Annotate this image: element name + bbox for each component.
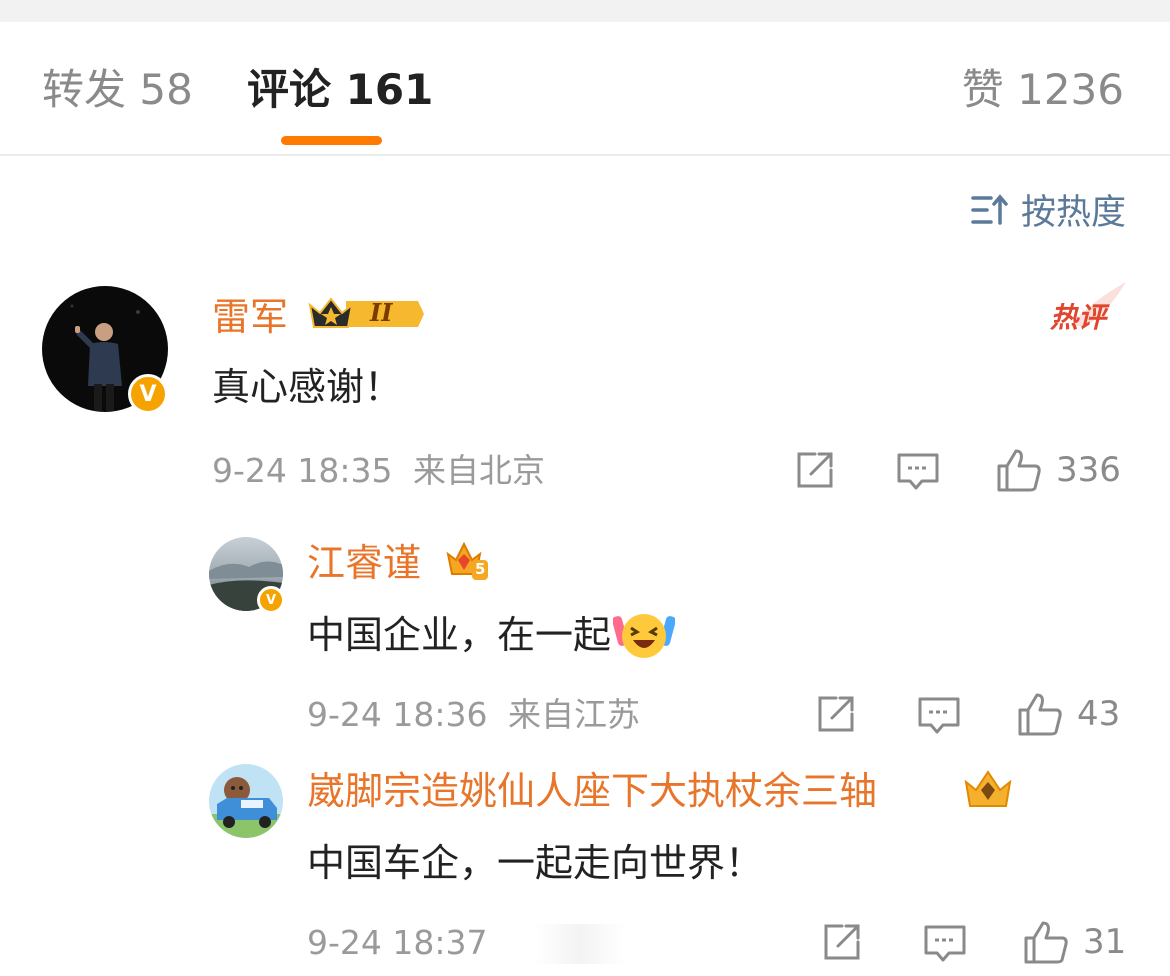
comment-icon [897,453,939,490]
cartoon-car-avatar-icon [209,777,283,838]
location-redacted [490,924,670,964]
crown-level-badge-icon: II [306,293,424,339]
sort-icon [971,193,1008,225]
share-button[interactable] [795,450,837,490]
comment-meta: 9-24 18:35 来自北京 [212,448,545,494]
comment-icon [918,697,960,734]
avatar[interactable] [209,764,283,838]
share-button[interactable] [816,694,858,734]
hot-comment-tag: 热评 [1050,282,1126,336]
like-count: 43 [1077,694,1121,734]
comment-icon [924,925,966,962]
like-button[interactable]: 336 [996,448,1121,492]
timestamp: 9-24 18:35 [212,451,393,490]
comment-meta: 9-24 18:37 [307,920,488,966]
thumbs-up-icon [1018,693,1062,736]
username[interactable]: 雷军 [212,292,288,342]
reply-button[interactable] [917,696,961,736]
timestamp: 9-24 18:36 [307,695,488,734]
crown-level-badge-icon: 5 [444,538,488,586]
tab-comment[interactable]: 评论 161 [247,62,433,118]
like-count: 31 [1083,922,1127,962]
thumbs-up-icon [997,449,1041,492]
comment-text: 中国企业，在一起 [307,608,676,662]
share-icon [824,924,860,960]
level-badge-text: II [370,298,393,327]
comment-meta: 9-24 18:36 来自江苏 [307,692,640,738]
verified-badge-icon: V [257,586,285,614]
comment-text: 中国车企，一起走向世界！ [307,841,764,885]
level-badge-text: 5 [475,560,486,578]
like-count: 336 [1056,450,1121,490]
like-button[interactable]: 43 [1017,692,1120,736]
status-bar [0,0,1170,22]
username[interactable]: 江睿谨 [307,538,421,588]
reply-button[interactable] [923,924,967,964]
reply-button[interactable] [896,452,940,492]
tab-like[interactable]: 赞 1236 [962,62,1124,118]
timestamp: 9-24 18:37 [307,923,488,962]
tab-repost[interactable]: 转发 58 [42,62,193,118]
laughing-cheer-emoji-icon [613,614,676,658]
tab-bar: 转发 58 评论 161 赞 1236 [0,22,1170,156]
thumbs-up-icon [1024,921,1068,964]
like-button[interactable]: 31 [1023,920,1126,964]
comment-text: 真心感谢！ [212,365,403,409]
verified-badge-icon: V [128,374,168,414]
active-tab-indicator [281,136,382,145]
username[interactable]: 崴脚宗造姚仙人座下大执杖余三轴 [307,766,877,816]
share-button[interactable] [822,922,864,962]
share-icon [797,452,833,488]
share-icon [818,696,854,732]
sort-label: 按热度 [1020,193,1126,233]
location: 来自北京 [413,451,545,490]
location: 来自江苏 [508,695,640,734]
crown-badge-icon [962,768,1014,816]
sort-button[interactable]: 按热度 [971,184,1126,235]
